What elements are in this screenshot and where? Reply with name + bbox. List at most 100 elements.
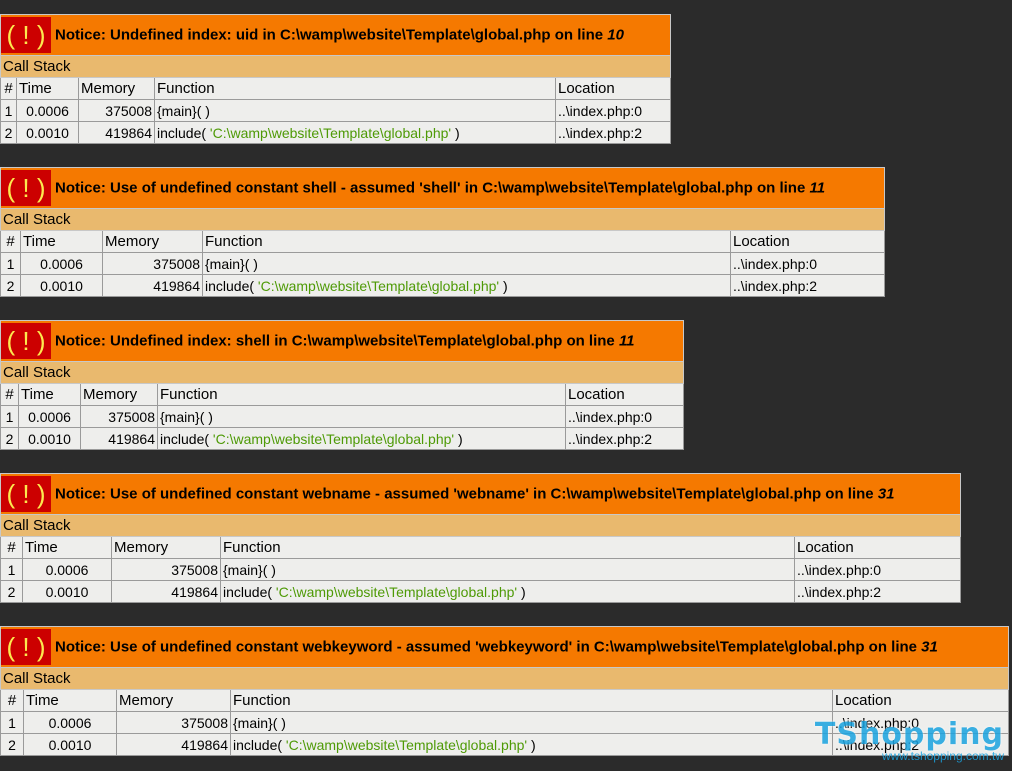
column-header-memory: Memory (102, 230, 203, 253)
function-close: ) (517, 583, 526, 600)
frame-location: ..\index.php:0 (794, 558, 961, 581)
frame-memory: 419864 (102, 274, 203, 297)
function-name: include( (223, 583, 276, 600)
notice-header: ( ! ) Notice: Undefined index: uid in C:\… (0, 14, 671, 56)
column-header-memory: Memory (116, 689, 231, 712)
column-header-location: Location (555, 77, 671, 100)
callstack-label: Call Stack (0, 208, 885, 231)
frame-location: ..\index.php:0 (831, 711, 1010, 734)
column-header-num: # (0, 77, 17, 100)
column-header-num: # (0, 383, 19, 406)
xdebug-notice-table: ( ! ) Notice: Use of undefined constant w… (0, 626, 1010, 756)
callstack-row: 2 0.0010 419864 include( 'C:\wamp\websit… (0, 427, 685, 450)
frame-function: {main}( ) (202, 252, 731, 275)
callstack-row: 2 0.0010 419864 include( 'C:\wamp\websit… (0, 274, 885, 297)
frame-memory: 375008 (80, 405, 158, 428)
notice-header: ( ! ) Notice: Undefined index: shell in C… (0, 320, 685, 362)
column-header-time: Time (23, 689, 117, 712)
frame-time: 0.0006 (22, 558, 112, 581)
frame-memory: 375008 (111, 558, 221, 581)
frame-time: 0.0010 (20, 274, 103, 297)
frame-number: 2 (0, 121, 17, 144)
frame-number: 1 (0, 405, 19, 428)
callstack-row: 2 0.0010 419864 include( 'C:\wamp\websit… (0, 733, 1010, 756)
frame-location: ..\index.php:0 (730, 252, 885, 275)
function-close: ) (527, 736, 536, 753)
column-header-time: Time (18, 383, 81, 406)
line-number: 31 (921, 638, 938, 656)
frame-function: include( 'C:\wamp\website\Template\globa… (157, 427, 566, 450)
notice-header: ( ! ) Notice: Use of undefined constant w… (0, 626, 1010, 668)
frame-memory: 419864 (80, 427, 158, 450)
notice-message: Notice: Undefined index: shell in C:\wam… (55, 332, 635, 350)
xdebug-notice-table: ( ! ) Notice: Use of undefined constant s… (0, 167, 885, 297)
column-header-location: Location (794, 536, 961, 559)
warning-icon: ( ! ) (1, 476, 51, 512)
frame-location: ..\index.php:2 (794, 580, 961, 603)
notice-header: ( ! ) Notice: Use of undefined constant w… (0, 473, 961, 515)
frame-time: 0.0010 (16, 121, 79, 144)
notice-message: Notice: Use of undefined constant webkey… (55, 638, 938, 656)
frame-number: 2 (0, 427, 19, 450)
frame-location: ..\index.php:2 (564, 427, 685, 450)
frame-function: include( 'C:\wamp\website\Template\globa… (230, 733, 833, 756)
frame-location: ..\index.php:2 (831, 733, 1010, 756)
callstack-row: 2 0.0010 419864 include( 'C:\wamp\websit… (0, 580, 961, 603)
function-argument: 'C:\wamp\website\Template\global.php' (275, 583, 518, 600)
frame-time: 0.0010 (23, 733, 117, 756)
frame-memory: 375008 (78, 99, 155, 122)
line-number: 11 (809, 179, 826, 197)
warning-icon: ( ! ) (1, 629, 51, 665)
function-argument: 'C:\wamp\website\Template\global.php' (257, 277, 500, 294)
frame-number: 1 (0, 558, 23, 581)
column-header-function: Function (157, 383, 566, 406)
column-header-function: Function (230, 689, 833, 712)
frame-function: {main}( ) (154, 99, 556, 122)
function-name: include( (157, 124, 210, 141)
column-header-location: Location (831, 689, 1010, 712)
column-header-memory: Memory (78, 77, 155, 100)
function-close: ) (451, 124, 460, 141)
function-name: include( (205, 277, 258, 294)
callstack-row: 2 0.0010 419864 include( 'C:\wamp\websit… (0, 121, 671, 144)
frame-time: 0.0010 (18, 427, 81, 450)
xdebug-notice-table: ( ! ) Notice: Undefined index: shell in C… (0, 320, 685, 450)
line-number: 10 (607, 26, 624, 44)
column-header-time: Time (20, 230, 103, 253)
frame-location: ..\index.php:0 (564, 405, 685, 428)
frame-memory: 419864 (78, 121, 155, 144)
function-close: ) (454, 430, 463, 447)
frame-location: ..\index.php:2 (555, 121, 671, 144)
frame-memory: 375008 (102, 252, 203, 275)
column-header-memory: Memory (80, 383, 158, 406)
callstack-row: 1 0.0006 375008 {main}( ) ..\index.php:0 (0, 252, 885, 275)
column-header-location: Location (730, 230, 885, 253)
line-number: 31 (877, 485, 895, 503)
frame-memory: 419864 (116, 733, 231, 756)
frame-time: 0.0010 (22, 580, 112, 603)
frame-function: include( 'C:\wamp\website\Template\globa… (220, 580, 795, 603)
frame-number: 1 (0, 252, 21, 275)
function-name: include( (233, 736, 286, 753)
callstack-label: Call Stack (0, 514, 961, 537)
frame-function: {main}( ) (230, 711, 833, 734)
column-header-function: Function (202, 230, 731, 253)
frame-location: ..\index.php:0 (555, 99, 671, 122)
callstack-label: Call Stack (0, 55, 671, 78)
callstack-label: Call Stack (0, 667, 1010, 690)
frame-time: 0.0006 (23, 711, 117, 734)
frame-function: {main}( ) (220, 558, 795, 581)
notice-message: Notice: Use of undefined constant shell … (55, 179, 826, 197)
xdebug-notice-table: ( ! ) Notice: Use of undefined constant w… (0, 473, 961, 603)
function-name: include( (160, 430, 213, 447)
column-header-num: # (0, 230, 21, 253)
callstack-row: 1 0.0006 375008 {main}( ) ..\index.php:0 (0, 558, 961, 581)
callstack-label: Call Stack (0, 361, 685, 384)
column-header-num: # (0, 536, 23, 559)
warning-icon: ( ! ) (1, 17, 51, 53)
frame-number: 2 (0, 274, 21, 297)
column-header-memory: Memory (111, 536, 221, 559)
function-argument: 'C:\wamp\website\Template\global.php' (212, 430, 455, 447)
frame-location: ..\index.php:2 (730, 274, 885, 297)
column-header-num: # (0, 689, 24, 712)
